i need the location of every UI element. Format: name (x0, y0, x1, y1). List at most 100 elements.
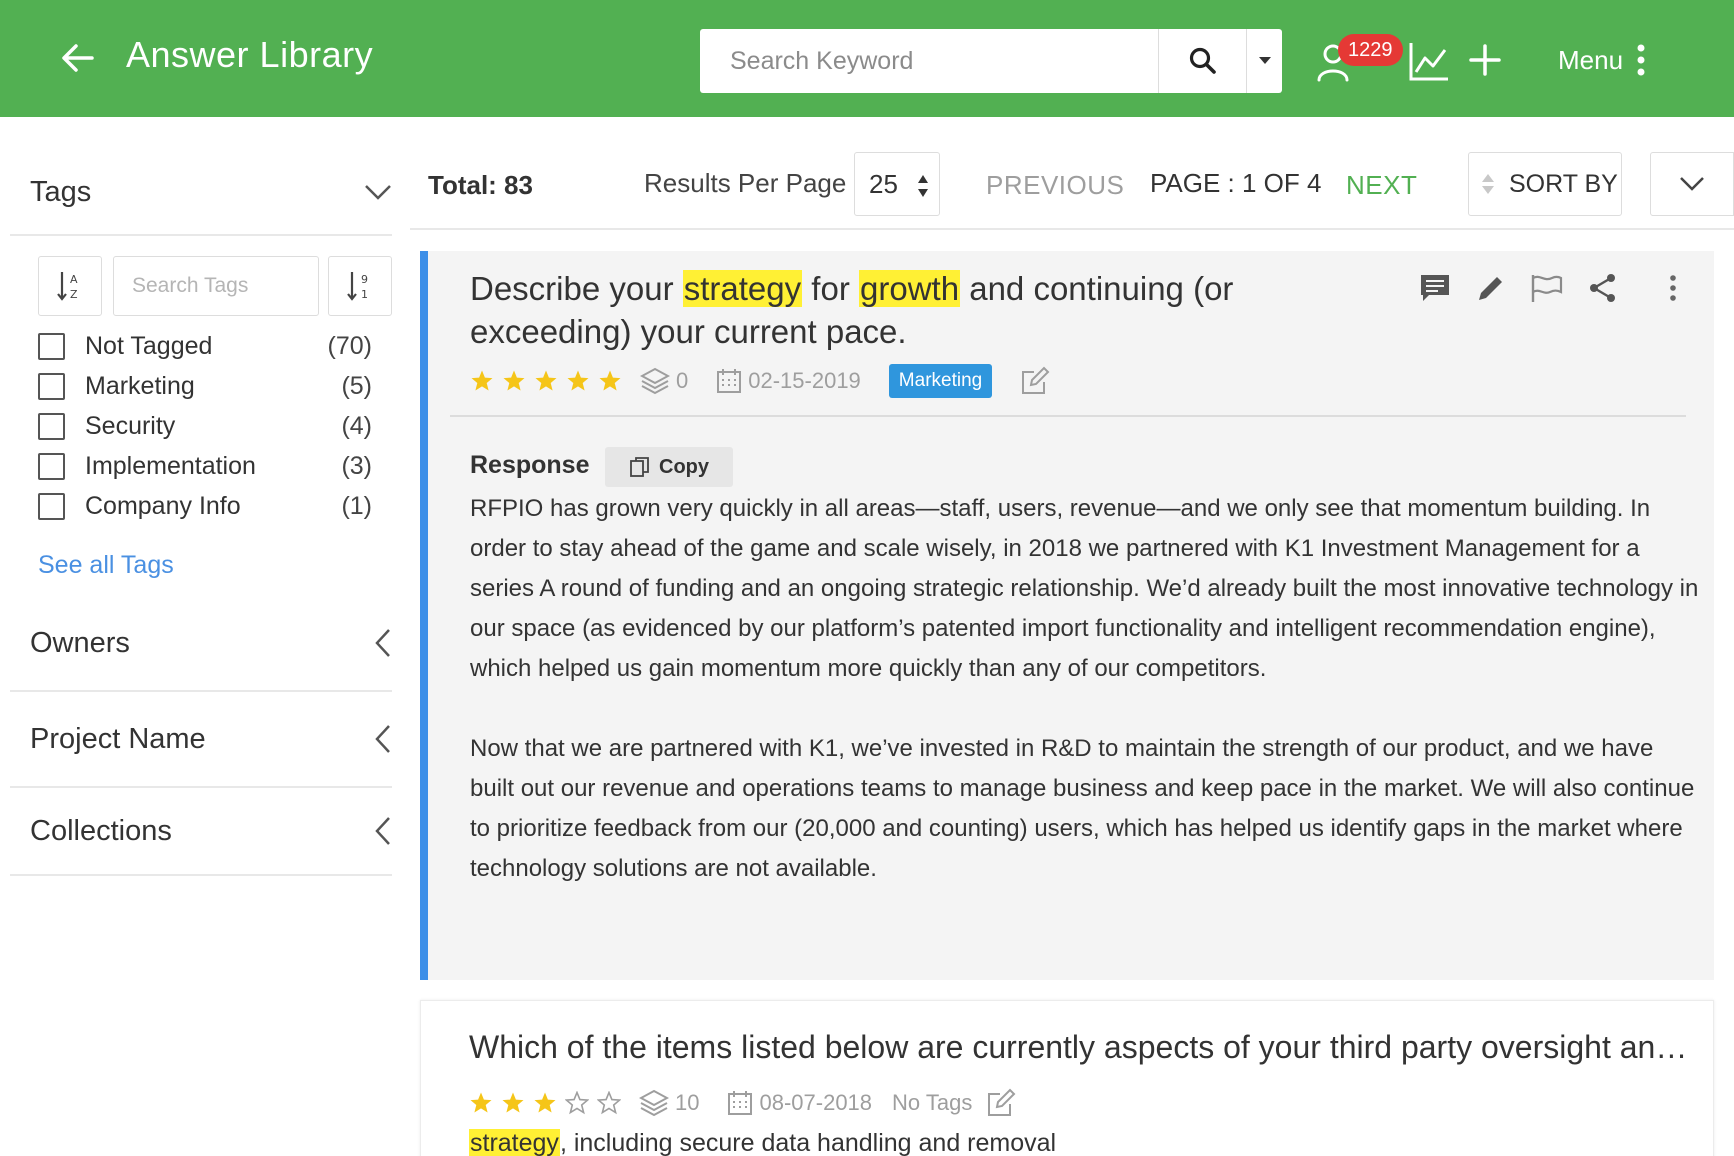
chevron-left-icon (375, 629, 390, 657)
owners-title: Owners (30, 626, 130, 659)
search-input[interactable] (700, 29, 1158, 93)
previous-page-button[interactable]: PREVIOUS (986, 170, 1124, 201)
menu-button[interactable]: Menu (1558, 44, 1645, 76)
tag-checkbox[interactable] (38, 332, 65, 360)
svg-text:Z: Z (70, 288, 78, 301)
question-title[interactable]: Which of the items listed below are curr… (469, 1029, 1689, 1066)
chevron-left-icon (375, 725, 390, 753)
star-filled-icon[interactable] (501, 1091, 525, 1115)
share-icon[interactable] (1586, 271, 1620, 305)
tag-tools: AZ 91 (10, 236, 392, 326)
tag-name: Company Info (85, 491, 241, 520)
tag-chip[interactable]: Marketing (888, 364, 993, 398)
tag-count: (70) (327, 331, 372, 360)
search-options-dropdown[interactable] (1246, 29, 1282, 93)
back-arrow-icon[interactable] (58, 38, 98, 78)
results-toolbar: Total: 83 Results Per Page 25 PREVIOUS P… (410, 150, 1734, 230)
star-rating[interactable] (469, 1091, 621, 1115)
top-header: Answer Library 1229 Menu (0, 0, 1734, 117)
tag-checkbox[interactable] (38, 372, 65, 400)
star-filled-icon[interactable] (598, 369, 622, 393)
answer-card[interactable]: Describe your strategy for growth and co… (420, 251, 1714, 980)
notification-badge[interactable]: 1229 (1338, 34, 1403, 66)
star-filled-icon[interactable] (533, 1091, 557, 1115)
sort-alpha-button[interactable]: AZ (38, 256, 102, 316)
tag-search-input[interactable] (113, 256, 319, 316)
chevron-down-icon (1680, 177, 1704, 191)
star-rating[interactable] (470, 369, 622, 393)
calendar-icon (727, 1090, 753, 1116)
star-filled-icon[interactable] (502, 369, 526, 393)
sort-numeric-button[interactable]: 91 (328, 256, 392, 316)
filter-sidebar: Tags AZ 91 Not Tagged(70) Marketing(5) S… (10, 150, 392, 876)
tag-checkbox[interactable] (38, 492, 65, 520)
edit-pencil-icon[interactable] (1474, 271, 1508, 305)
snippet-text: , including secure data handling and rem… (559, 1129, 1057, 1156)
response-text: RFPIO has grown very quickly in all area… (470, 489, 1700, 929)
chevron-left-icon (375, 817, 390, 845)
tag-item[interactable]: Marketing (5) (38, 366, 372, 406)
tag-count: (4) (341, 411, 372, 440)
sort-order-dropdown[interactable] (1650, 152, 1734, 216)
answer-date: 08-07-2018 (759, 1090, 873, 1115)
copy-button[interactable]: Copy (605, 447, 733, 487)
next-page-button[interactable]: NEXT (1346, 170, 1417, 201)
more-vertical-icon[interactable] (1656, 271, 1690, 305)
edit-tags-icon[interactable] (986, 1088, 1016, 1118)
analytics-chart-icon[interactable] (1408, 40, 1450, 82)
answer-meta: 0 02-15-2019 Marketing (470, 361, 1056, 401)
tag-count: (5) (341, 371, 372, 400)
sort-icon (1482, 174, 1494, 194)
owners-section-header[interactable]: Owners (10, 596, 392, 692)
sort-by-button[interactable]: SORT BY (1468, 152, 1622, 216)
see-all-tags-link[interactable]: See all Tags (10, 540, 392, 590)
keyword-highlight: growth (859, 270, 961, 307)
sort-alpha-icon: AZ (57, 272, 78, 301)
search-button[interactable] (1158, 29, 1246, 93)
star-filled-icon[interactable] (470, 369, 494, 393)
star-empty-icon[interactable] (565, 1091, 589, 1115)
star-filled-icon[interactable] (566, 369, 590, 393)
keyword-highlight: strategy (469, 1129, 560, 1156)
svg-text:A: A (70, 273, 78, 286)
svg-text:1: 1 (361, 288, 368, 301)
tags-title: Tags (30, 175, 92, 208)
tag-list: Not Tagged (70) Marketing (5) Security (4) … (10, 326, 392, 526)
caret-down-icon (1258, 57, 1271, 64)
tag-name: Not Tagged (85, 331, 213, 360)
add-plus-icon[interactable] (1466, 40, 1504, 80)
response-snippet: strategy, including secure data handling… (469, 1129, 1056, 1156)
tag-item[interactable]: Security (4) (38, 406, 372, 446)
tag-item[interactable]: Implementation (3) (38, 446, 372, 486)
select-arrows-icon (918, 175, 928, 197)
more-vertical-icon (1637, 44, 1645, 76)
answer-card[interactable]: Which of the items listed below are curr… (420, 1000, 1714, 1156)
results-per-page-select[interactable]: 25 (854, 152, 940, 216)
svg-text:9: 9 (361, 273, 368, 286)
tag-item[interactable]: Not Tagged (70) (38, 326, 372, 366)
star-filled-icon[interactable] (534, 369, 558, 393)
tags-section-header[interactable]: Tags (10, 150, 392, 236)
edit-tags-icon[interactable] (1020, 366, 1050, 396)
copy-label: Copy (659, 455, 709, 478)
flag-icon[interactable] (1530, 271, 1564, 305)
keyword-highlight: strategy (682, 270, 803, 307)
project-name-section-header[interactable]: Project Name (10, 692, 392, 788)
tag-checkbox[interactable] (38, 412, 65, 440)
question-text: for (802, 270, 859, 307)
tag-name: Implementation (85, 451, 256, 480)
question-title[interactable]: Describe your strategy for growth and co… (470, 267, 1370, 353)
star-empty-icon[interactable] (597, 1091, 621, 1115)
tag-item[interactable]: Company Info (1) (38, 486, 372, 526)
results-per-page-value: 25 (869, 169, 898, 199)
sort-numeric-icon: 91 (347, 272, 368, 301)
collections-section-header[interactable]: Collections (10, 788, 392, 876)
answer-meta: 10 08-07-2018 No Tags (469, 1083, 1022, 1123)
total-count: Total: 83 (428, 170, 533, 200)
tag-checkbox[interactable] (38, 452, 65, 480)
divider (450, 415, 1686, 417)
tag-count: (1) (341, 491, 372, 520)
calendar-icon (716, 368, 742, 394)
comment-icon[interactable] (1418, 271, 1452, 305)
star-filled-icon[interactable] (469, 1091, 493, 1115)
